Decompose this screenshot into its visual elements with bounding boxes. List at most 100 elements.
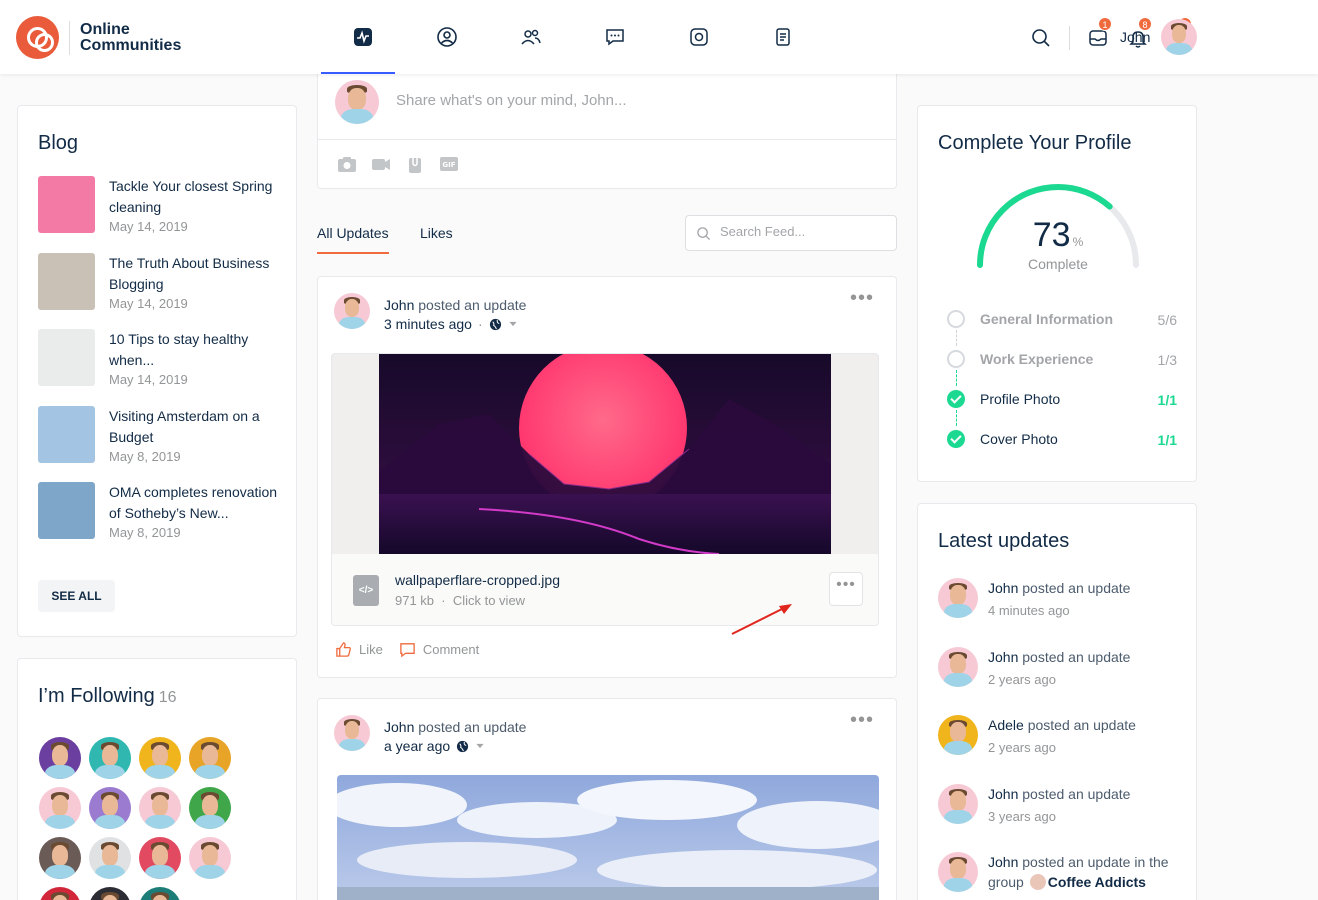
blog-thumbnail[interactable] [38,253,95,310]
synthwave-image[interactable] [379,354,831,554]
following-avatar[interactable] [139,737,181,779]
update-author[interactable]: John [988,580,1018,596]
gauge-percent: 73 [1032,216,1071,254]
blog-thumbnail[interactable] [38,482,95,539]
nav-members[interactable] [489,0,573,74]
following-avatar[interactable] [39,737,81,779]
globe-icon[interactable] [456,740,469,753]
tab-all-updates[interactable]: All Updates [317,225,389,254]
click-to-view-link[interactable]: Click to view [453,593,525,608]
following-avatar[interactable] [89,887,131,900]
post-time[interactable]: 3 minutes ago [384,316,472,332]
attachment-icon[interactable] [404,153,426,175]
latest-updates-widget: Latest updates John posted an update 4 mi… [917,503,1197,900]
post-time[interactable]: a year ago [384,738,450,754]
beach-photo[interactable] [337,775,879,900]
post-author-avatar[interactable] [334,293,370,329]
post-options-button[interactable]: ••• [850,710,874,730]
post-author-avatar[interactable] [334,715,370,751]
logo-line-2: Communities [80,36,182,54]
update-author[interactable]: John [988,854,1018,870]
site-logo[interactable]: Online Communities [16,16,181,59]
video-icon[interactable] [370,153,392,175]
post-options-button[interactable]: ••• [850,288,874,308]
update-author[interactable]: Adele [988,717,1024,733]
update-author-avatar[interactable] [938,578,978,618]
activity-tabs: All Updates Likes [317,215,897,255]
update-author-avatar[interactable] [938,784,978,824]
update-author[interactable]: John [988,786,1018,802]
blog-item-date: May 8, 2019 [109,525,181,540]
following-avatar[interactable] [39,787,81,829]
update-group[interactable]: Coffee Addicts [1048,874,1146,890]
blog-item-title[interactable]: Visiting Amsterdam on a Budget [109,408,260,445]
following-avatar[interactable] [89,837,131,879]
following-avatar[interactable] [39,887,81,900]
update-author-avatar[interactable] [938,647,978,687]
profile-icon [437,27,457,47]
nav-activity[interactable] [321,0,405,74]
nav-messages[interactable] [573,0,657,74]
like-button[interactable]: Like [335,641,383,658]
group-avatar[interactable] [1029,874,1046,890]
file-options-button[interactable]: ••• [829,572,863,606]
nav-groups[interactable] [657,0,741,74]
following-avatar[interactable] [139,887,181,900]
activity-post: John posted an update 3 minutes ago · ••… [317,276,897,678]
profile-step[interactable]: General Information 5/6 [947,308,1177,348]
see-all-button[interactable]: SEE ALL [38,580,115,612]
main-nav [321,0,825,74]
nav-profile[interactable] [405,0,489,74]
blog-thumbnail[interactable] [38,176,95,233]
update-author[interactable]: John [988,649,1018,665]
update-time: 2 years ago [988,672,1056,687]
search-feed-input[interactable] [720,224,885,239]
blog-item-title[interactable]: The Truth About Business Blogging [109,255,269,292]
post-author[interactable]: John [384,719,414,735]
following-widget: I’m Following 16 [17,658,297,900]
user-name[interactable]: John [1120,29,1150,45]
following-avatar[interactable] [89,737,131,779]
tab-likes[interactable]: Likes [420,225,453,241]
step-value: 1/1 [1157,432,1177,448]
following-title: I’m Following 16 [38,685,177,708]
blog-item-date: May 8, 2019 [109,449,181,464]
following-avatar[interactable] [189,737,231,779]
user-avatar[interactable] [1161,19,1197,55]
logo-divider [69,20,70,55]
chevron-down-icon[interactable] [508,319,518,329]
following-avatar[interactable] [39,837,81,879]
blog-thumbnail[interactable] [38,329,95,386]
globe-icon[interactable] [489,318,502,331]
following-avatar[interactable] [189,787,231,829]
update-author-avatar[interactable] [938,715,978,755]
blog-item-title[interactable]: 10 Tips to stay healthy when... [109,331,248,368]
groups-icon [690,28,708,46]
update-time: 4 minutes ago [988,603,1070,618]
blog-thumbnail[interactable] [38,406,95,463]
post-author[interactable]: John [384,297,414,313]
nav-forums[interactable] [741,0,825,74]
blog-item-title[interactable]: OMA completes renovation of Sotheby’s Ne… [109,484,277,521]
profile-step[interactable]: Profile Photo 1/1 [947,388,1177,428]
file-name[interactable]: wallpaperflare-cropped.jpg [395,572,560,588]
update-action: posted an update [1022,580,1131,596]
camera-icon[interactable] [336,153,358,175]
profile-step[interactable]: Cover Photo 1/1 [947,428,1177,468]
following-avatar[interactable] [189,837,231,879]
comment-button[interactable]: Comment [399,641,479,658]
update-action: posted an update [1022,786,1131,802]
messages-button[interactable]: 1 [1078,17,1118,56]
following-avatar[interactable] [89,787,131,829]
update-author-avatar[interactable] [938,852,978,892]
following-avatar[interactable] [139,787,181,829]
gif-icon[interactable]: GIF [438,153,460,175]
header-divider [1069,26,1070,50]
search-button[interactable] [1021,20,1061,56]
chevron-down-icon[interactable] [475,741,485,751]
following-avatar[interactable] [139,837,181,879]
complete-profile-widget: Complete Your Profile 73% Complete Gener… [917,105,1197,482]
whats-new-input[interactable]: Share what's on your mind, John... [396,92,627,109]
profile-step[interactable]: Work Experience 1/3 [947,348,1177,388]
blog-item-title[interactable]: Tackle Your closest Spring cleaning [109,178,272,215]
